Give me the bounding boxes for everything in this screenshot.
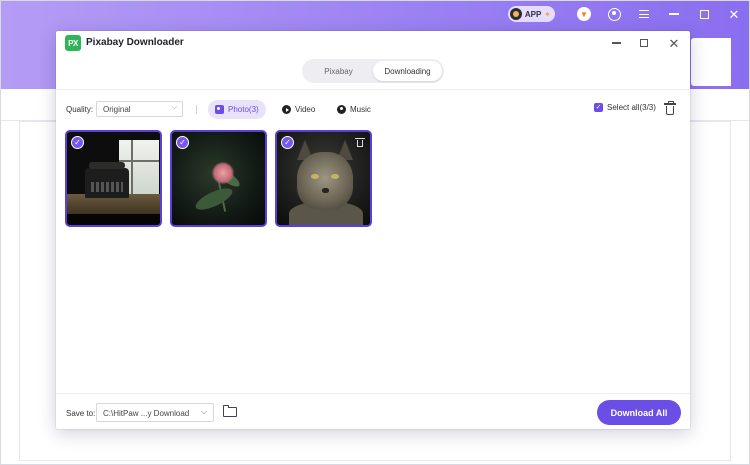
- dialog-maximize-button[interactable]: [635, 34, 653, 52]
- tab-pixabay[interactable]: Pixabay: [304, 61, 373, 81]
- sparkle-icon: ✦: [544, 9, 551, 19]
- quality-value: Original: [103, 105, 131, 114]
- dialog-minimize-button[interactable]: [607, 34, 625, 52]
- photo-item-lynx[interactable]: ✓: [275, 130, 372, 227]
- trash-icon: [355, 138, 365, 140]
- window-close-button[interactable]: ✕: [719, 1, 749, 27]
- video-icon: [282, 105, 291, 114]
- select-all-checkbox[interactable]: ✓ Select all(3/3): [594, 103, 656, 112]
- dialog-title: Pixabay Downloader: [86, 37, 184, 48]
- chevron-down-icon: ⌵: [171, 104, 177, 111]
- open-folder-button[interactable]: [223, 405, 237, 417]
- select-all-label: Select all(3/3): [607, 103, 656, 112]
- save-path-value: C:\HitPaw ...y Download: [103, 409, 190, 418]
- app-store-button[interactable]: APP ✦: [507, 6, 555, 22]
- window-minimize-button[interactable]: [659, 1, 689, 27]
- dialog-titlebar: PX Pixabay Downloader ✕: [56, 31, 690, 55]
- cart-button[interactable]: ▼: [569, 1, 599, 27]
- filter-photo-button[interactable]: Photo(3): [208, 100, 266, 119]
- user-icon: [607, 7, 621, 21]
- photo-item-typewriter[interactable]: ✓: [65, 130, 162, 227]
- background-panel-tab: [691, 38, 731, 86]
- toolbar-separator: [196, 105, 197, 114]
- trash-icon: [664, 101, 676, 105]
- dialog-close-button[interactable]: ✕: [665, 34, 683, 52]
- quality-label: Quality:: [66, 105, 94, 114]
- app-pill-label: APP: [524, 9, 542, 19]
- maximize-icon: [640, 39, 648, 47]
- item-delete-button[interactable]: [355, 137, 365, 148]
- filter-photo-label: Photo(3): [228, 105, 259, 114]
- download-items-grid: ✓ ✓ ✓: [65, 130, 372, 227]
- minimize-icon: [611, 42, 621, 44]
- music-icon: [337, 105, 346, 114]
- photo-item-flower[interactable]: ✓: [170, 130, 267, 227]
- delete-all-button[interactable]: [663, 101, 677, 117]
- filter-music-label: Music: [350, 105, 371, 114]
- close-icon: ✕: [668, 35, 680, 51]
- item-check-icon[interactable]: ✓: [71, 136, 84, 149]
- save-to-label: Save to:: [66, 409, 96, 418]
- footer-divider: [56, 393, 690, 394]
- chevron-down-icon: ⌵: [200, 407, 207, 416]
- menu-icon: [639, 10, 649, 18]
- filter-music-button[interactable]: Music: [330, 100, 378, 119]
- save-path-select[interactable]: C:\HitPaw ...y Download ⌵: [96, 403, 214, 422]
- main-menu-button[interactable]: [629, 1, 659, 27]
- tab-downloading[interactable]: Downloading: [373, 61, 442, 81]
- item-check-icon[interactable]: ✓: [281, 136, 294, 149]
- pixabay-downloader-dialog: PX Pixabay Downloader ✕ Pixabay Download…: [56, 31, 690, 429]
- quality-select[interactable]: Original ⌵: [96, 101, 183, 117]
- cart-icon: ▼: [577, 7, 591, 21]
- photo-icon: [215, 105, 224, 114]
- filter-toolbar: Quality: Original ⌵ Photo(3) Video Music…: [56, 97, 690, 121]
- window-maximize-button[interactable]: [689, 1, 719, 27]
- background-titlebar: APP ✦ ▼ ✕: [507, 1, 749, 27]
- maximize-icon: [699, 9, 709, 19]
- filter-video-button[interactable]: Video: [275, 100, 322, 119]
- checkbox-checked-icon: ✓: [594, 103, 603, 112]
- account-button[interactable]: [599, 1, 629, 27]
- tab-switcher: Pixabay Downloading: [302, 59, 444, 83]
- filter-video-label: Video: [295, 105, 316, 114]
- app-badge-icon: [509, 8, 522, 20]
- close-icon: ✕: [728, 6, 740, 22]
- item-check-icon[interactable]: ✓: [176, 136, 189, 149]
- pixabay-logo: PX: [65, 35, 81, 51]
- divider: [56, 89, 690, 90]
- minimize-icon: [669, 13, 679, 15]
- folder-icon: [223, 407, 237, 417]
- download-all-button[interactable]: Download All: [597, 400, 681, 425]
